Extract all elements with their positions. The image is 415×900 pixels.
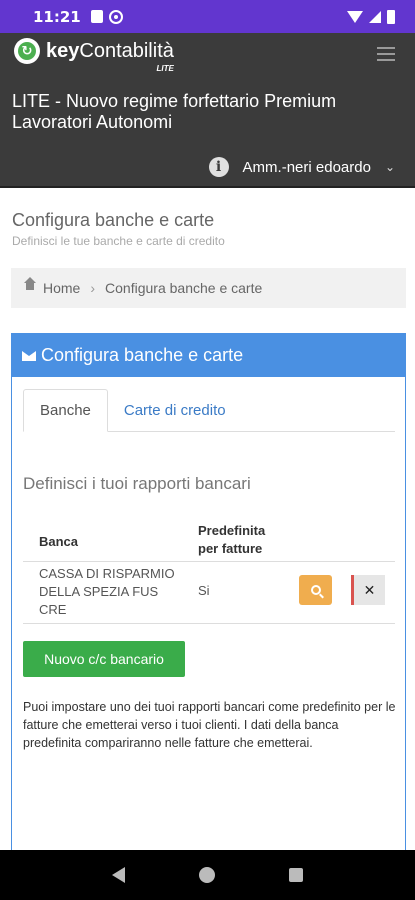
delete-bank-button[interactable]: ✕ <box>351 575 385 605</box>
logo-icon: ↻ <box>14 38 40 64</box>
new-bank-account-button[interactable]: Nuovo c/c bancario <box>23 641 185 677</box>
section-title: Definisci i tuoi rapporti bancari <box>23 474 251 493</box>
page-subtitle: Definisci le tue banche e carte di credi… <box>12 234 225 248</box>
bank-default-value: Si <box>198 583 210 598</box>
table-row: CASSA DI RISPARMIO DELLA SPEZIA FUS CRE … <box>23 562 395 624</box>
user-name[interactable]: Amm.-neri edoardo <box>243 159 371 176</box>
banks-panel: Configura banche e carte Banche Carte di… <box>11 333 406 873</box>
help-text: Puoi impostare uno dei tuoi rapporti ban… <box>23 700 396 750</box>
search-icon <box>310 585 321 595</box>
system-nav-bar <box>0 850 415 900</box>
breadcrumb: Home › Configura banche e carte <box>11 268 406 308</box>
app-logo[interactable]: ↻ keyContabilità LITE <box>14 38 174 73</box>
recent-apps-icon[interactable] <box>289 868 303 882</box>
chevron-down-icon[interactable]: ⌄ <box>385 160 395 174</box>
breadcrumb-home[interactable]: Home <box>43 280 80 296</box>
status-bar: 11:21 <box>0 0 415 33</box>
info-icon[interactable]: i <box>208 157 229 177</box>
status-system-icons <box>347 9 395 24</box>
logo-text: keyContabilità LITE <box>46 39 174 73</box>
tab-bar: Banche Carte di credito <box>23 389 395 432</box>
user-menu[interactable]: i Amm.-neri edoardo ⌄ <box>208 157 395 177</box>
breadcrumb-separator: › <box>90 280 96 296</box>
battery-icon <box>387 9 395 24</box>
app-header: ↻ keyContabilità LITE LITE - Nuovo regim… <box>0 33 415 188</box>
panel-header: Configura banche e carte <box>12 334 405 377</box>
sync-icon <box>108 9 123 24</box>
bank-name: CASSA DI RISPARMIO DELLA SPEZIA FUS CRE <box>39 566 175 617</box>
status-notification-icons <box>90 9 123 24</box>
tab-carte-di-credito[interactable]: Carte di credito <box>108 389 242 432</box>
menu-icon[interactable] <box>377 47 395 65</box>
back-icon[interactable] <box>112 867 125 883</box>
table-header: Banca Predefinita per fatture <box>23 522 395 562</box>
signal-icon <box>369 10 381 23</box>
view-bank-button[interactable] <box>299 575 332 605</box>
wifi-icon <box>347 10 363 23</box>
page-title: Configura banche e carte <box>12 210 215 230</box>
home-nav-icon[interactable] <box>199 867 215 883</box>
column-header-predefinita: Predefinita per fatture <box>198 523 266 556</box>
home-icon <box>23 277 37 294</box>
logo-sub: LITE <box>156 63 174 73</box>
column-header-banca: Banca <box>39 534 79 549</box>
envelope-icon <box>22 350 36 361</box>
breadcrumb-current: Configura banche e carte <box>105 280 263 296</box>
panel-title: Configura banche e carte <box>41 345 244 365</box>
tab-banche[interactable]: Banche <box>23 389 108 432</box>
sd-card-icon <box>90 9 103 23</box>
status-time: 11:21 <box>33 7 81 26</box>
subscription-title: LITE - Nuovo regime forfettario Premium … <box>12 91 337 132</box>
